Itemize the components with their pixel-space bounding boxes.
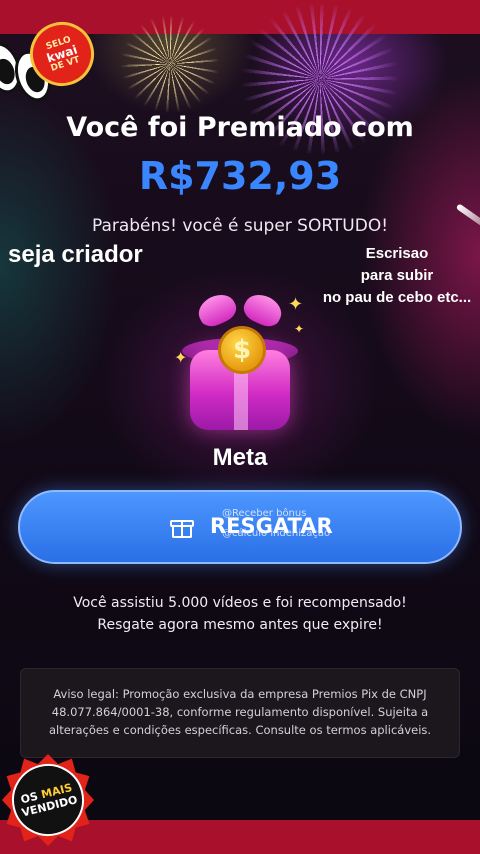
info-line1: Você assistiu 5.000 vídeos e foi recompe… [73,595,407,611]
app-screen: SELO kwai DE VT Você foi Premiado com R$… [0,0,480,854]
button-overlay-bottom: @cálculo indenização [222,528,331,539]
prize-title: Você foi Premiado com [66,112,414,143]
sticker-label: OS MAIS VENDIDO [4,756,92,844]
button-overlay-top: @Receber bônus [222,508,307,519]
note-line1: Escrisao [365,245,429,262]
note-line3: no pau de cebo etc... [322,289,472,306]
creator-overlay-text: seja criador [8,241,143,268]
reward-info: Você assistiu 5.000 vídeos e foi recompe… [0,592,480,636]
firework-gold-icon [120,14,220,114]
redeem-button[interactable]: RESGATAR @Receber bônus @cálculo indeniz… [18,490,462,564]
info-line2: Resgate agora mesmo antes que expire! [97,617,383,633]
sparkle-icon: ✦ [288,294,304,315]
best-seller-sticker: OS MAIS VENDIDO [0,752,100,852]
coin-symbol: $ [232,335,252,365]
sparkle-icon: ✦ [294,322,305,336]
note-line2: para subir [360,267,434,284]
meta-label: Meta [212,444,268,471]
prize-amount: R$732,93 [138,154,342,198]
congrats-subtitle: Parabéns! você é super SORTUDO! [91,216,389,236]
caption-note: Escrisao para subir no pau de cebo etc..… [312,243,480,309]
legal-disclaimer: Aviso legal: Promoção exclusiva da empre… [20,668,460,758]
coin-icon: $ [218,326,266,374]
gift-icon [170,516,194,538]
gift-box-icon: ✦ ✦ ✦ $ [174,290,305,440]
